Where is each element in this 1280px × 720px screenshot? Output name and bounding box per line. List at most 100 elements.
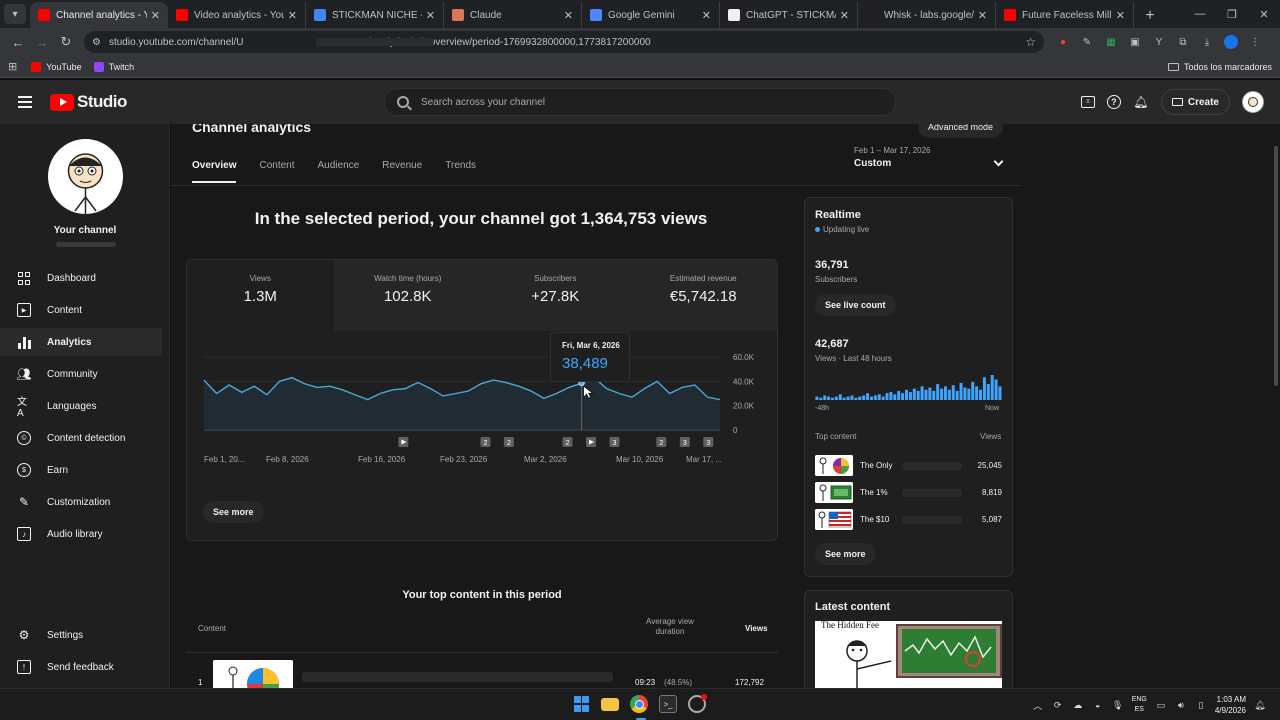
help-icon[interactable]: ?	[1106, 95, 1121, 109]
windows-start-icon[interactable]	[572, 695, 590, 713]
tab-content[interactable]: Content	[259, 160, 294, 183]
sidebar-item-dashboard[interactable]: Dashboard	[0, 264, 162, 292]
search-input[interactable]	[421, 96, 861, 108]
sidebar-item-settings[interactable]: ⚙ Settings	[0, 621, 162, 649]
b-extension-icon[interactable]: ▣	[1126, 33, 1144, 51]
video-marker-play-icon[interactable]	[398, 437, 409, 447]
browser-tab[interactable]: Video analytics - YouTube ✕	[168, 2, 306, 28]
file-explorer-icon[interactable]	[601, 698, 619, 711]
tab-overview[interactable]: Overview	[192, 160, 237, 183]
video-marker-count[interactable]: 3	[703, 437, 714, 447]
record-extension-icon[interactable]: ●	[1054, 33, 1072, 51]
realtime-see-more-button[interactable]: See more	[815, 543, 876, 565]
realtime-bar-chart[interactable]	[815, 374, 1002, 400]
reload-icon[interactable]: ↻	[54, 30, 78, 54]
close-tab-icon[interactable]: ✕	[564, 9, 573, 22]
metric-revenue[interactable]: Estimated revenue €5,742.18	[629, 260, 777, 331]
tab-revenue[interactable]: Revenue	[382, 160, 422, 183]
video-marker-count[interactable]: 2	[503, 437, 514, 447]
sidebar-item-earn[interactable]: $ Earn	[0, 456, 162, 484]
metric-subscribers[interactable]: Subscribers +27.8K	[482, 260, 630, 331]
tab-audience[interactable]: Audience	[318, 160, 360, 183]
sidebar-item-content[interactable]: ▶ Content	[0, 296, 162, 324]
microphone-icon[interactable]: 🎙︎	[1112, 699, 1124, 711]
browser-tab[interactable]: Whisk - labs.google/fx ✕	[858, 2, 996, 28]
battery-icon[interactable]: ▯	[1195, 699, 1207, 711]
views-chart[interactable]: 60.0K 40.0K 20.0K 0 2 2 2 3 2 3 3 Feb 1, 20... Feb 8…	[187, 331, 777, 540]
cloud-icon[interactable]: ☁	[1072, 699, 1084, 711]
sidebar-item-community[interactable]: 👥︎ Community	[0, 360, 162, 388]
video-marker-play-icon[interactable]	[586, 437, 596, 447]
profile-avatar[interactable]	[1222, 33, 1240, 51]
video-marker-count[interactable]: 2	[562, 437, 573, 447]
latest-content-thumbnail[interactable]: The Hidden Fee	[815, 621, 1002, 688]
browser-tab[interactable]: STICKMAN NICHE - Goog ✕	[306, 2, 444, 28]
browser-tab[interactable]: Google Gemini ✕	[582, 2, 720, 28]
advanced-mode-button[interactable]: Advanced mode	[918, 124, 1004, 138]
app-notification-icon[interactable]	[688, 694, 707, 713]
notifications-icon[interactable]: 🔔︎	[1254, 699, 1266, 711]
video-marker-count[interactable]: 2	[480, 437, 491, 447]
tab-search-icon[interactable]: ▾	[4, 4, 26, 24]
language-indicator[interactable]: ENG ES	[1132, 695, 1147, 715]
browser-tab[interactable]: Future Faceless Millionai ✕	[996, 2, 1134, 28]
display-icon[interactable]: ▭	[1155, 699, 1167, 711]
chrome-icon[interactable]	[630, 695, 648, 713]
sheet-extension-icon[interactable]: ▦	[1102, 33, 1120, 51]
browser-tab[interactable]: ChatGPT - STICKMAN NI ✕	[720, 2, 858, 28]
sidebar-item-send-feedback[interactable]: ! Send feedback	[0, 653, 162, 681]
studio-logo[interactable]: Studio	[50, 92, 127, 112]
notifications-bell-icon[interactable]: 🔔︎	[1133, 94, 1149, 110]
period-selector[interactable]: Feb 1 – Mar 17, 2026 Custom	[854, 146, 1004, 169]
channel-avatar[interactable]	[48, 139, 123, 214]
volume-icon[interactable]: 🔊︎	[1175, 699, 1187, 711]
tray-overflow-icon[interactable]: ︿	[1032, 699, 1044, 711]
back-icon[interactable]: ←	[6, 30, 30, 54]
close-tab-icon[interactable]: ✕	[151, 9, 160, 22]
all-bookmarks[interactable]: Todos los marcadores	[1167, 62, 1272, 72]
metric-views[interactable]: Views 1.3M	[187, 260, 335, 331]
messages-icon[interactable]: ≡	[1080, 96, 1095, 108]
sync-icon[interactable]: ⟳	[1052, 699, 1064, 711]
channel-search[interactable]	[384, 88, 896, 116]
bookmark-star-icon[interactable]: ☆	[1025, 35, 1036, 49]
close-tab-icon[interactable]: ✕	[426, 9, 435, 22]
top-content-thumbnail[interactable]	[213, 660, 293, 688]
terminal-icon[interactable]: >_	[659, 695, 677, 713]
video-marker-count[interactable]: 3	[679, 437, 690, 447]
menu-kebab-icon[interactable]: ⋮	[1246, 33, 1264, 51]
close-tab-icon[interactable]: ✕	[702, 9, 711, 22]
close-window-icon[interactable]: ✕	[1248, 8, 1280, 21]
browser-tab[interactable]: Claude ✕	[444, 2, 582, 28]
pen-extension-icon[interactable]: ✎	[1078, 33, 1096, 51]
puzzle-extensions-icon[interactable]: ⧉	[1174, 33, 1192, 51]
download-icon[interactable]: ⤓	[1198, 33, 1216, 51]
see-live-count-button[interactable]: See live count	[815, 294, 896, 316]
realtime-content-row[interactable]: The $10 5,087	[815, 509, 1002, 531]
see-more-button[interactable]: See more	[203, 501, 264, 523]
site-info-icon[interactable]: ⚙	[92, 37, 101, 48]
hamburger-menu-icon[interactable]	[0, 96, 48, 108]
create-button[interactable]: Create	[1160, 89, 1230, 115]
browser-tab[interactable]: Channel analytics - YouTu ✕	[30, 2, 168, 28]
close-tab-icon[interactable]: ✕	[978, 9, 987, 22]
metric-watch-time[interactable]: Watch time (hours) 102.8K	[334, 260, 482, 331]
close-tab-icon[interactable]: ✕	[1116, 9, 1125, 22]
bookmark-item[interactable]: YouTube	[31, 61, 82, 72]
new-tab-button[interactable]: +	[1138, 4, 1162, 28]
apps-grid-icon[interactable]: ⊞	[8, 60, 17, 73]
sidebar-item-customization[interactable]: ✎ Customization	[0, 488, 162, 516]
page-scrollbar[interactable]	[1272, 124, 1280, 688]
close-tab-icon[interactable]: ✕	[288, 9, 297, 22]
address-bar[interactable]: ⚙ studio.youtube.com/channel/U A/analytic…	[84, 31, 1044, 53]
account-avatar[interactable]	[1242, 91, 1264, 113]
y-extension-icon[interactable]: Y	[1150, 33, 1168, 51]
bookmark-item[interactable]: Twitch	[93, 61, 134, 72]
minimize-icon[interactable]: —	[1184, 8, 1216, 20]
restore-icon[interactable]: ❐	[1216, 8, 1248, 21]
video-marker-count[interactable]: 3	[609, 437, 620, 447]
network-icon[interactable]: ◒	[1092, 699, 1104, 711]
sidebar-item-languages[interactable]: 文A Languages	[0, 392, 162, 420]
forward-icon[interactable]: →	[30, 30, 54, 54]
realtime-content-row[interactable]: The Only 25,045	[815, 455, 1002, 477]
